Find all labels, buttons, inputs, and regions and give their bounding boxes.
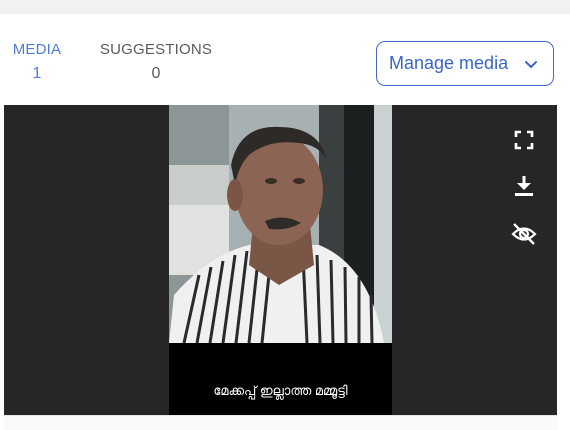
caption-area: മേക്കപ്പ് ഇല്ലാത്ത മമ്മൂട്ടി <box>169 343 392 415</box>
media-viewer: മേക്കപ്പ് ഇല്ലാത്ത മമ്മൂട്ടി <box>4 105 557 415</box>
media-photo[interactable] <box>169 105 392 343</box>
tab-suggestions-label: SUGGESTIONS <box>99 41 213 58</box>
bottom-strip <box>4 415 557 430</box>
fullscreen-icon[interactable] <box>511 127 537 153</box>
top-bar <box>0 0 570 14</box>
manage-media-label: Manage media <box>389 53 509 73</box>
tab-media[interactable]: MEDIA 1 <box>10 40 64 84</box>
portrait-image <box>169 105 392 343</box>
tab-suggestions[interactable]: SUGGESTIONS 0 <box>96 40 216 84</box>
download-icon[interactable] <box>511 173 537 199</box>
eye-off-icon[interactable] <box>511 221 537 247</box>
tab-suggestions-count: 0 <box>151 65 161 82</box>
tab-media-label: MEDIA <box>12 41 62 58</box>
image-caption: മേക്കപ്പ് ഇല്ലാത്ത മമ്മൂട്ടി <box>213 383 348 398</box>
tab-media-count: 1 <box>32 65 42 82</box>
chevron-down-icon <box>525 61 537 68</box>
manage-media-button[interactable]: Manage media <box>376 41 554 86</box>
